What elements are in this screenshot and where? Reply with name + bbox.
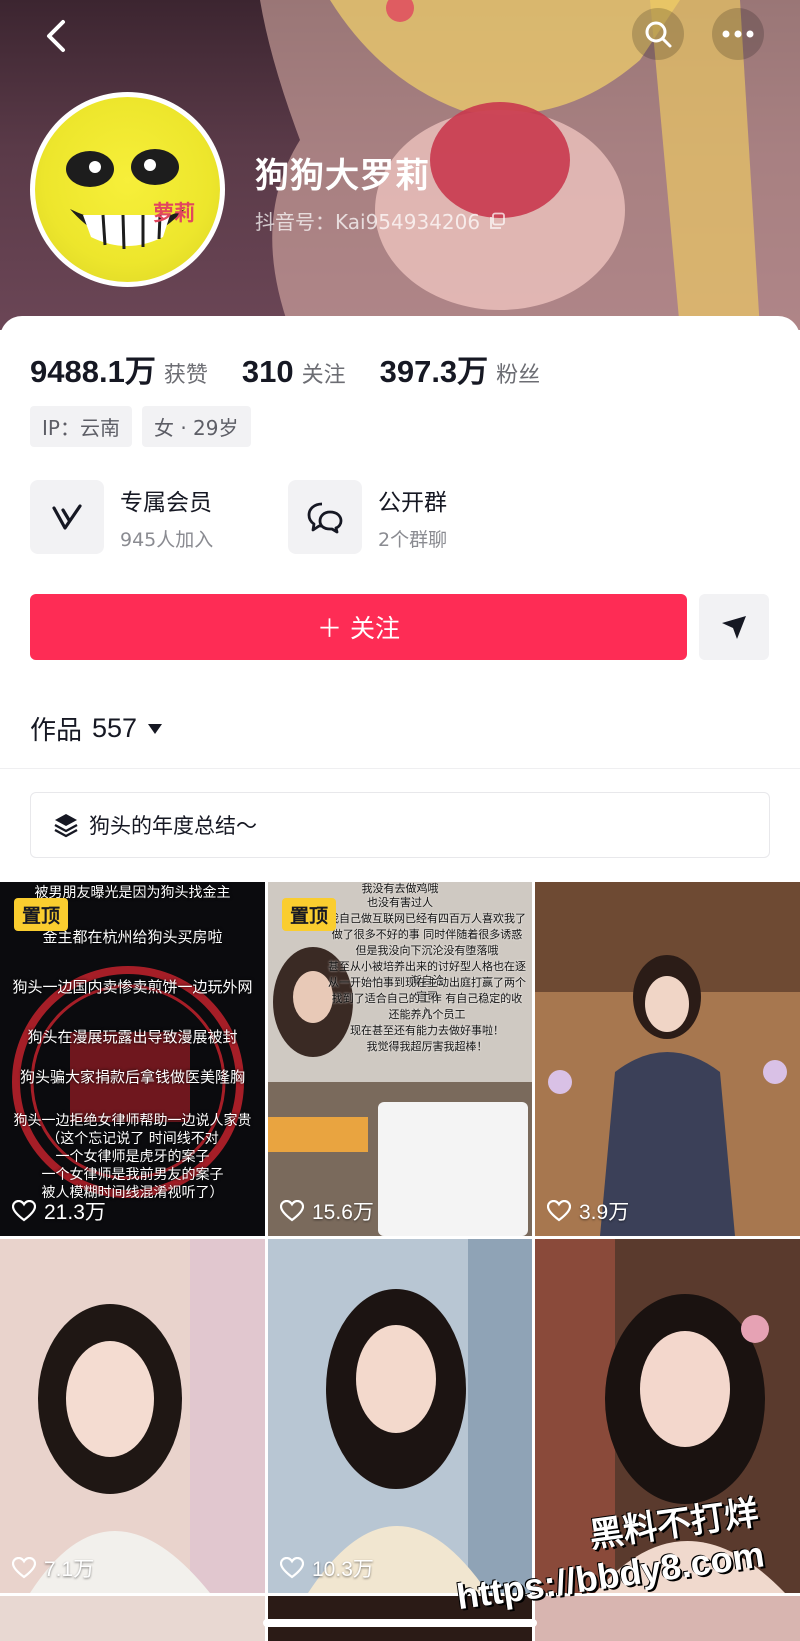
douyin-id[interactable]: 抖音号：Kai954934206 bbox=[255, 206, 506, 235]
overlay-line: 一个女律师是我前男友的案子 bbox=[41, 1167, 224, 1183]
video-card[interactable]: 7.1万 bbox=[0, 1239, 265, 1593]
pinned-badge: 置顶 bbox=[14, 898, 69, 931]
works-tab[interactable]: 作品 557 bbox=[30, 710, 163, 747]
member-title: 专属会员 bbox=[120, 489, 212, 516]
pinned-badge: 置顶 bbox=[282, 898, 337, 931]
member-entry[interactable]: 专属会员 945人加入 bbox=[30, 480, 288, 554]
like-count: 10.3万 bbox=[280, 1553, 374, 1583]
member-count: 945人加入 bbox=[120, 528, 214, 551]
follow-button[interactable]: ＋ 关注 bbox=[30, 594, 687, 660]
heart-icon bbox=[547, 1200, 571, 1222]
send-icon bbox=[722, 616, 746, 639]
stat-label: 获赞 bbox=[163, 363, 208, 388]
more-dots-icon bbox=[722, 30, 754, 38]
profile-banner: 萝莉 狗狗大罗莉 抖音号：Kai954934206 bbox=[0, 0, 800, 330]
group-title: 公开群 bbox=[378, 489, 447, 516]
doge-face-illustration bbox=[66, 149, 185, 250]
video-card[interactable]: 3.9万 bbox=[535, 882, 800, 1236]
stat-followers[interactable]: 397.3万 粉丝 bbox=[380, 346, 541, 391]
layers-icon bbox=[54, 814, 78, 838]
overlay-line: 狗头在漫展玩露出导致漫展被封 bbox=[27, 1028, 238, 1046]
stats-row: 9488.1万 获赞 310 关注 397.3万 粉丝 bbox=[30, 346, 574, 391]
feature-entries: 专属会员 945人加入 公开群 2个群聊 bbox=[30, 480, 546, 554]
search-button[interactable] bbox=[632, 8, 684, 60]
works-count: 557 bbox=[92, 713, 138, 743]
like-count-value: 21.3万 bbox=[44, 1201, 106, 1224]
like-count-value: 15.6万 bbox=[312, 1201, 374, 1224]
collection-label: 狗头的年度总结～ bbox=[89, 814, 257, 838]
like-count-value: 3.9万 bbox=[579, 1201, 630, 1224]
like-count: 21.3万 bbox=[12, 1196, 106, 1226]
share-button[interactable] bbox=[699, 594, 769, 660]
overlay-line: 狗头一边拒绝女律师帮助一边说人家贵 bbox=[13, 1113, 252, 1129]
avatar[interactable]: 萝莉 bbox=[30, 92, 225, 287]
home-indicator[interactable] bbox=[263, 1619, 537, 1627]
profile-card: 9488.1万 获赞 310 关注 397.3万 粉丝 IP：云南 女 · 29… bbox=[0, 316, 800, 771]
action-row: ＋ 关注 bbox=[30, 594, 769, 660]
video-card[interactable]: 我没有去做鸡哦 也没有害过人 我自己做互联网已经有四百万人喜欢我了 做了很多不好… bbox=[268, 882, 532, 1236]
video-card[interactable]: 被男朋友曝光是因为狗头找金主 金主都在杭州给狗头买房啦 狗头一边国内卖惨卖煎饼一… bbox=[0, 882, 265, 1236]
back-button[interactable] bbox=[30, 10, 82, 62]
works-label: 作品 bbox=[30, 716, 83, 746]
overlay-line: 我觉得我超厉害我超棒！ bbox=[366, 1040, 488, 1053]
stat-number: 397.3万 bbox=[379, 354, 489, 389]
member-v-icon bbox=[30, 480, 104, 554]
like-count: 3.9万 bbox=[547, 1196, 629, 1226]
ip-location-tag: IP：云南 bbox=[30, 406, 132, 447]
overlay-line: 但是我没向下沉沦没有堕落哦 bbox=[355, 944, 499, 957]
copy-icon[interactable] bbox=[488, 212, 506, 230]
heart-icon bbox=[280, 1200, 304, 1222]
group-entry[interactable]: 公开群 2个群聊 bbox=[288, 480, 546, 554]
douyin-id-text: 抖音号：Kai954934206 bbox=[255, 210, 481, 234]
stat-likes[interactable]: 9488.1万 获赞 bbox=[30, 346, 208, 391]
heart-icon bbox=[12, 1200, 36, 1222]
stat-label: 关注 bbox=[301, 363, 346, 388]
collection-entry[interactable]: 狗头的年度总结～ bbox=[30, 792, 770, 858]
heart-icon bbox=[280, 1557, 304, 1579]
avatar-label: 萝莉 bbox=[153, 201, 195, 225]
overlay-line: 我自己做互联网已经有四百万人喜欢我了 bbox=[328, 912, 526, 925]
video-thumbnail bbox=[535, 882, 800, 1236]
overlay-line: 现在甚至还有能力去做好事啦！ bbox=[350, 1024, 504, 1037]
stat-number: 310 bbox=[241, 354, 294, 389]
overlay-line: 狗头一边国内卖惨卖煎饼一边玩外网 bbox=[12, 978, 253, 996]
avatar-image: 萝莉 bbox=[35, 97, 220, 282]
caret-down-icon bbox=[148, 723, 163, 734]
like-count: 15.6万 bbox=[280, 1196, 374, 1226]
video-card[interactable] bbox=[535, 1596, 800, 1641]
overlay-line: （这个忘记说了 时间线不对 bbox=[46, 1131, 219, 1147]
stat-label: 粉丝 bbox=[496, 363, 541, 388]
chevron-left-icon bbox=[47, 20, 65, 52]
overlay-line: 一个女律师是虎牙的案子 bbox=[55, 1149, 210, 1165]
like-count-value: 10.3万 bbox=[312, 1558, 374, 1581]
like-count: 7.1万 bbox=[12, 1553, 94, 1583]
stat-number: 9488.1万 bbox=[30, 354, 156, 389]
heart-icon bbox=[12, 1557, 36, 1579]
profile-tags: IP：云南 女 · 29岁 bbox=[30, 406, 251, 447]
overlay-line: 做了很多不好的事 同时伴随着很多诱惑 bbox=[331, 928, 523, 941]
group-count: 2个群聊 bbox=[378, 528, 448, 551]
nickname: 狗狗大罗莉 bbox=[255, 156, 430, 196]
search-icon bbox=[645, 21, 672, 48]
overlay-line: 我没有去做鸡哦 bbox=[361, 882, 439, 895]
video-thumbnail bbox=[0, 1239, 265, 1593]
more-button[interactable] bbox=[712, 8, 764, 60]
overlay-line: 还能养几个员工 bbox=[388, 1008, 466, 1021]
like-count-value: 7.1万 bbox=[44, 1558, 95, 1581]
video-card[interactable] bbox=[0, 1596, 265, 1641]
group-chat-icon bbox=[288, 480, 362, 554]
section-divider bbox=[0, 768, 800, 769]
stat-following[interactable]: 310 关注 bbox=[242, 354, 346, 390]
overlay-line: 狗头骗大家捐款后拿钱做医美隆胸 bbox=[19, 1068, 245, 1086]
gender-age-tag: 女 · 29岁 bbox=[141, 406, 251, 447]
